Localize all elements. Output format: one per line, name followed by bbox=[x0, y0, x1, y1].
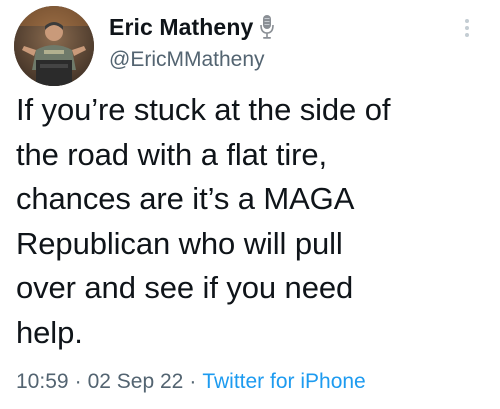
tweet-time[interactable]: 10:59 bbox=[16, 370, 69, 393]
tweet-text: If you’re stuck at the side of the road … bbox=[16, 92, 391, 350]
microphone-icon bbox=[260, 14, 275, 40]
separator-dot: · bbox=[189, 370, 197, 393]
user-handle[interactable]: @EricMMatheny bbox=[109, 48, 265, 72]
name-row: Eric Matheny bbox=[109, 12, 275, 42]
tweet-source-link[interactable]: Twitter for iPhone bbox=[202, 370, 365, 393]
more-options-icon[interactable] bbox=[462, 16, 472, 40]
avatar-image bbox=[14, 6, 94, 86]
tweet-metadata: 10:59 · 02 Sep 22 · Twitter for iPhone bbox=[16, 370, 366, 394]
tweet-date[interactable]: 02 Sep 22 bbox=[88, 370, 184, 393]
display-name[interactable]: Eric Matheny bbox=[109, 14, 253, 41]
separator-dot: · bbox=[74, 370, 82, 393]
tweet: Eric Matheny @EricMMatheny If you’re stu… bbox=[0, 0, 500, 409]
avatar[interactable] bbox=[14, 6, 94, 86]
